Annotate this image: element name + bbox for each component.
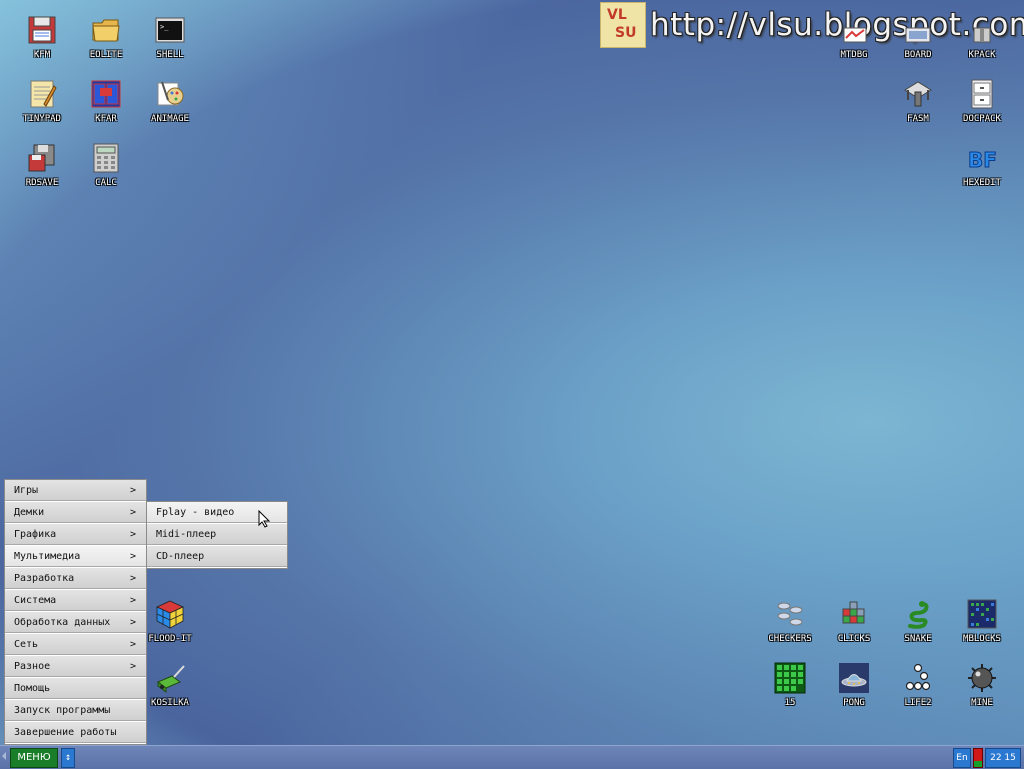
lawnmower-icon [157, 665, 185, 693]
desktop-icon-snake[interactable]: SNAKE [886, 598, 950, 658]
menu-item-demos[interactable]: Демки > [5, 502, 146, 524]
snake-icon [908, 601, 929, 629]
desktop-icon-checkers[interactable]: CHECKERS [758, 598, 822, 658]
rubik-cube-icon [156, 600, 184, 629]
desktop-icon-pong[interactable]: PONG [822, 662, 886, 722]
desktop-icon-kfm[interactable]: KFM [10, 14, 74, 74]
floppy-icon [28, 16, 56, 44]
start-menu-button[interactable]: МЕНЮ [10, 748, 58, 768]
desktop-icon-mtdbg[interactable]: MTDBG [822, 14, 886, 74]
desktop-icon-docpack[interactable]: DOCPACK [950, 78, 1014, 138]
terminal-icon: >_ [155, 17, 185, 43]
submenu-arrow-icon: > [129, 595, 136, 606]
menu-item-graphics[interactable]: Графика > [5, 524, 146, 546]
menu-item-misc[interactable]: Разное > [5, 656, 146, 678]
puzzle-15-icon [774, 662, 806, 694]
submenu-arrow-icon: > [129, 639, 136, 650]
desktop-icon-eolite[interactable]: EOLITE [74, 14, 138, 74]
desktop-icon-life2[interactable]: LIFE2 [886, 662, 950, 722]
blocks-icon [842, 601, 865, 624]
calculator-icon [93, 143, 119, 173]
file-manager-icon [91, 80, 121, 108]
submenu-arrow-icon: > [129, 573, 136, 584]
desktop-icon-calc[interactable]: CALC [74, 142, 138, 202]
desktop-icon-mine[interactable]: MINE [950, 662, 1014, 722]
desktop-icon-hexedit[interactable]: BF HEXEDIT [950, 142, 1014, 202]
menu-item-network[interactable]: Сеть > [5, 634, 146, 656]
archive-icon [973, 27, 991, 43]
svg-text:BF: BF [968, 148, 997, 172]
submenu-arrow-icon: > [129, 661, 136, 672]
notepad-icon [30, 80, 57, 108]
desktop-icon-board[interactable]: BOARD [886, 14, 950, 74]
keyboard-layout-indicator[interactable]: En [953, 748, 971, 768]
taskbar-toggle-button[interactable]: ↕ [61, 748, 75, 768]
submenu-arrow-icon: > [129, 551, 136, 562]
memory-usage-fill [974, 760, 982, 767]
vlsu-logo: VL SU [600, 2, 646, 48]
cabinet-icon [971, 79, 993, 109]
taskbar: МЕНЮ ↕ En 22 15 [0, 745, 1024, 769]
folder-icon [92, 19, 120, 42]
desktop-icon-kosilka[interactable]: KOSILKA [138, 662, 202, 722]
life-cells-icon [905, 663, 931, 691]
submenu-item-cd-player[interactable]: CD-плеер [147, 546, 287, 568]
menu-item-system[interactable]: Система > [5, 590, 146, 612]
board-icon [905, 27, 931, 43]
ufo-icon [839, 663, 869, 693]
desktop-icon-fasm[interactable]: FASM [886, 78, 950, 138]
submenu-arrow-icon: > [129, 507, 136, 518]
debugger-icon [843, 27, 867, 43]
memory-usage-indicator [973, 748, 983, 768]
submenu-arrow-icon: > [129, 617, 136, 628]
compiler-icon [904, 81, 932, 107]
mine-icon [968, 664, 996, 692]
menu-item-data-processing[interactable]: Обработка данных > [5, 612, 146, 634]
desktop-icon-15[interactable]: 15 [758, 662, 822, 722]
menu-item-help[interactable]: Помощь [5, 678, 146, 700]
grid-game-icon [967, 599, 997, 629]
desktop-icon-flood-it[interactable]: FLOOD-IT [138, 598, 202, 658]
disk-save-icon [28, 144, 55, 172]
desktop-icon-mblocks[interactable]: MBLOCKS [950, 598, 1014, 658]
desktop-icon-animage[interactable]: ANIMAGE [138, 78, 202, 138]
checkers-icon [777, 602, 803, 626]
menu-item-multimedia[interactable]: Мультимедиа > [5, 546, 146, 568]
main-menu: Игры > Демки > Графика > Мультимедиа > Разра… [4, 479, 147, 745]
menu-item-development[interactable]: Разработка > [5, 568, 146, 590]
paint-icon [157, 81, 184, 106]
clock[interactable]: 22 15 [985, 748, 1021, 768]
desktop-icon-rdsave[interactable]: RDSAVE [10, 142, 74, 202]
desktop-icon-kfar[interactable]: KFAR [74, 78, 138, 138]
desktop-icon-clicks[interactable]: CLICKS [822, 598, 886, 658]
desktop-icon-tinypad[interactable]: TINYPAD [10, 78, 74, 138]
desktop-icon-kpack[interactable]: KPACK [950, 14, 1014, 74]
submenu-arrow-icon: > [129, 485, 136, 496]
submenu-arrow-icon: > [129, 529, 136, 540]
mouse-cursor-icon [258, 510, 271, 528]
desktop-icon-shell[interactable]: >_ SHELL [138, 14, 202, 74]
svg-text:>_: >_ [160, 23, 169, 31]
taskbar-scroll-left-icon[interactable] [2, 752, 6, 760]
menu-item-shutdown[interactable]: Завершение работы [5, 722, 146, 744]
menu-item-run-program[interactable]: Запуск программы [5, 700, 146, 722]
menu-item-games[interactable]: Игры > [5, 480, 146, 502]
hex-editor-icon: BF [968, 148, 998, 173]
